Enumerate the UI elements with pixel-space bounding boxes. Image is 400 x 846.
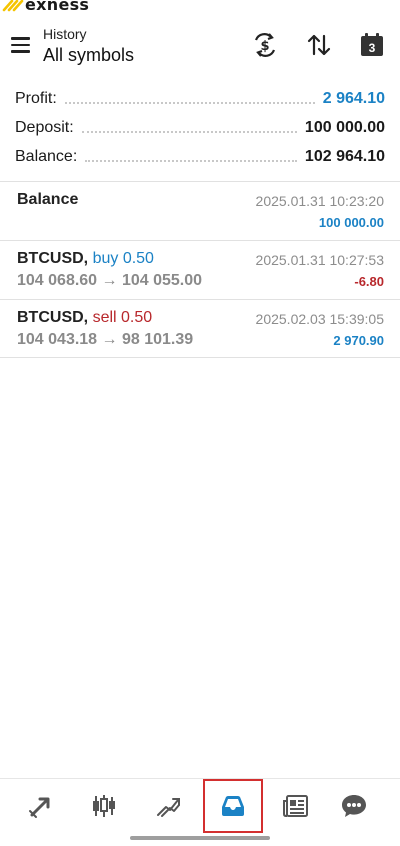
sort-icon[interactable] (304, 30, 334, 60)
deposit-label: Deposit: (15, 118, 74, 136)
history-row-buy[interactable]: BTCUSD, buy 0.50 104 068.60 → 104 055.00… (0, 241, 400, 299)
dotted-leader (85, 159, 297, 162)
nav-news[interactable] (266, 779, 326, 833)
home-indicator (130, 836, 270, 840)
currency-exchange-glyph: $ (254, 33, 276, 57)
nav-chat[interactable] (324, 779, 384, 833)
nav-chart[interactable] (74, 779, 134, 833)
symbol-filter-title[interactable]: All symbols (43, 45, 134, 66)
row-volume: 0.50 (122, 250, 154, 267)
row-volume: 0.50 (121, 309, 153, 326)
exness-logo: exness (2, 0, 89, 14)
row-symbol: Balance (17, 191, 79, 208)
divider (0, 357, 400, 358)
row-amount: -6.80 (354, 274, 384, 289)
row-symbol: BTCUSD, (17, 309, 89, 326)
history-row-balance[interactable]: Balance 2025.01.31 10:23:20 100 000.00 (0, 182, 400, 240)
row-symbol-line: BTCUSD, buy 0.50 (17, 250, 154, 268)
chart-icon (93, 795, 115, 817)
profit-label: Profit: (15, 89, 57, 107)
page-subtitle: History (43, 26, 87, 42)
nav-history[interactable] (203, 779, 263, 833)
row-amount: 2 970.90 (333, 333, 384, 348)
profit-row: Profit: 2 964.10 (0, 84, 400, 113)
top-bar: History All symbols $ 3 (0, 18, 400, 74)
brand-name: exness (25, 0, 90, 14)
history-icon (222, 796, 244, 816)
history-row-sell[interactable]: BTCUSD, sell 0.50 104 043.18 → 98 101.39… (0, 300, 400, 358)
profit-value: 2 964.10 (322, 89, 385, 107)
exness-mark-icon (2, 0, 24, 11)
trade-icon (157, 798, 180, 817)
row-side: buy (92, 250, 119, 267)
news-icon (283, 795, 308, 817)
nav-trade[interactable] (138, 779, 198, 833)
dotted-leader (64, 101, 315, 104)
deposit-row: Deposit: 100 000.00 (0, 113, 400, 142)
account-summary: Profit: 2 964.10 Deposit: 100 000.00 Bal… (0, 84, 400, 171)
svg-text:$: $ (260, 39, 269, 54)
balance-value: 102 964.10 (304, 147, 385, 165)
row-symbol-line: BTCUSD, sell 0.50 (17, 309, 152, 327)
balance-label: Balance: (15, 147, 78, 165)
dotted-leader (81, 130, 297, 133)
calendar-icon[interactable]: 3 (357, 30, 387, 60)
row-time: 2025.01.31 10:27:53 (255, 252, 384, 268)
row-time: 2025.02.03 15:39:05 (255, 311, 384, 327)
quotes-icon (29, 797, 50, 818)
deposit-value: 100 000.00 (304, 118, 385, 136)
row-prices: 104 043.18 → 98 101.39 (17, 331, 194, 348)
row-side: sell (92, 309, 117, 326)
calendar-day: 3 (368, 41, 376, 55)
row-prices: 104 068.60 → 104 055.00 (17, 272, 203, 289)
menu-icon[interactable] (8, 32, 34, 58)
nav-quotes[interactable] (11, 779, 71, 833)
sort-glyph (307, 34, 331, 56)
currency-exchange-icon[interactable]: $ (250, 30, 280, 60)
row-time: 2025.01.31 10:23:20 (255, 193, 384, 209)
chat-icon (342, 795, 366, 817)
balance-row: Balance: 102 964.10 (0, 142, 400, 171)
row-amount: 100 000.00 (318, 215, 384, 230)
row-symbol: BTCUSD, (17, 250, 89, 267)
brand-bar: exness (0, 0, 400, 14)
